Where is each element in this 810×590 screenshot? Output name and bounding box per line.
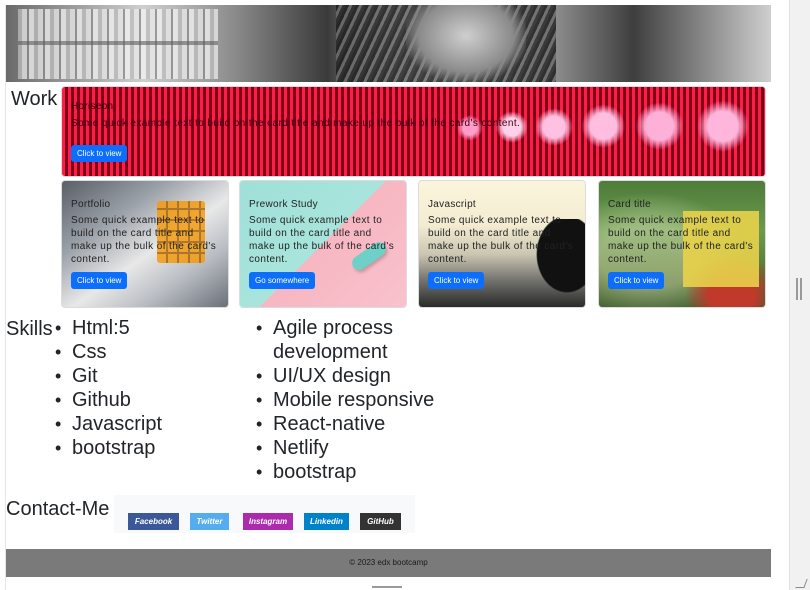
featured-project-card: Horiseon Some quick example text to buil…: [61, 86, 766, 177]
list-item: Netlify: [256, 436, 473, 460]
work-heading: Work: [11, 88, 58, 110]
list-item: bootstrap: [55, 436, 242, 460]
horizontal-resize-grip[interactable]: [372, 586, 402, 588]
project-card-javascript: Javascript Some quick example text to bu…: [418, 180, 586, 308]
project-card-portfolio: Portfolio Some quick example text to bui…: [61, 180, 229, 308]
vertical-scrollbar[interactable]: [789, 0, 810, 590]
list-item: Git: [55, 364, 242, 388]
facebook-button[interactable]: Facebook: [128, 513, 179, 530]
card-title: Card title: [608, 199, 652, 210]
card-title: Horiseon: [71, 101, 114, 112]
list-item: Javascript: [55, 412, 242, 436]
face-graphic: [406, 5, 526, 82]
skills-list-primary: Html:5 Css Git Github Javascript bootstr…: [55, 316, 242, 460]
footer-copyright: © 2023 edx bootcamp: [349, 558, 428, 567]
card-text: Some quick example text to build on the …: [249, 215, 395, 265]
card-text: Some quick example text to build on the …: [71, 118, 521, 129]
list-item: bootstrap: [256, 460, 473, 484]
list-item: React-native: [256, 412, 473, 436]
list-item: UI/UX design: [256, 364, 473, 388]
javascript-view-button[interactable]: Click to view: [428, 272, 485, 289]
linkedin-button[interactable]: Linkedin: [304, 513, 349, 530]
list-item: Html:5: [55, 316, 242, 340]
footer: © 2023 edx bootcamp: [6, 549, 771, 577]
led-lights-image: [62, 87, 765, 176]
card-title: Javascript: [428, 199, 477, 210]
portfolio-view-button[interactable]: Click to view: [71, 272, 128, 289]
hero-image: [6, 5, 771, 82]
project-card-prework: Prework Study Some quick example text to…: [239, 180, 407, 308]
project-card-generic: Card title Some quick example text to bu…: [598, 180, 766, 308]
card-text: Some quick example text to build on the …: [428, 215, 574, 265]
list-item: Css: [55, 340, 242, 364]
prework-go-button[interactable]: Go somewhere: [249, 272, 316, 289]
card-view-button[interactable]: Click to view: [608, 272, 665, 289]
card-text: Some quick example text to build on the …: [608, 215, 754, 265]
card-title: Prework Study: [249, 199, 318, 210]
list-item: Agile process development: [256, 316, 473, 364]
social-links-bar: Facebook Twitter Instagram Linkedin GitH…: [114, 495, 415, 533]
skills-heading: Skills: [6, 318, 53, 340]
shelf-line-graphic: [18, 41, 218, 45]
instagram-button[interactable]: Instagram: [243, 513, 293, 530]
contact-heading: Contact-Me: [6, 498, 110, 520]
card-title: Portfolio: [71, 199, 111, 210]
list-item: Mobile responsive: [256, 388, 473, 412]
page: Work Horiseon Some quick example text to…: [5, 5, 771, 590]
github-button[interactable]: GitHub: [360, 513, 401, 530]
scrollbar-thumb[interactable]: [796, 278, 802, 300]
card-text: Some quick example text to build on the …: [71, 215, 217, 265]
list-item: Github: [55, 388, 242, 412]
skills-list-secondary: Agile process development UI/UX design M…: [256, 316, 473, 484]
twitter-button[interactable]: Twitter: [190, 513, 229, 530]
featured-view-button[interactable]: Click to view: [71, 145, 128, 162]
